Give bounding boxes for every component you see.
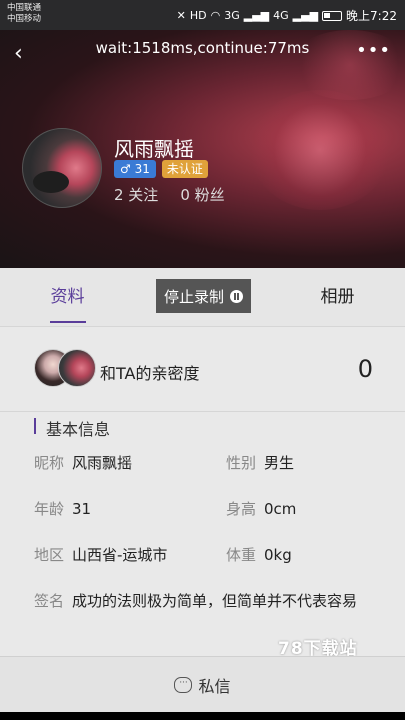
- status-bar: 中国联通 中国移动 ✕ HD ◠ 3G ▂▄▆ 4G ▂▄▆ 晚上7:22: [0, 0, 405, 30]
- battery-icon: [322, 10, 343, 21]
- certification-badge[interactable]: 未认证: [161, 160, 208, 178]
- chat-bubble-icon: ···: [174, 676, 193, 693]
- network-badge: HD: [189, 9, 207, 22]
- info-label: 体重: [226, 546, 257, 564]
- info-value: 风雨飘摇: [72, 454, 133, 472]
- mute-icon: ✕: [176, 9, 186, 22]
- carrier-info: 中国联通 中国移动: [7, 3, 41, 25]
- more-dots-icon[interactable]: •••: [356, 40, 391, 61]
- info-weight: 体重 0kg: [226, 544, 292, 565]
- section-title: 基本信息: [34, 416, 110, 440]
- followers-count[interactable]: 0 粉丝: [180, 184, 224, 205]
- status-icons: ✕ HD ◠ 3G ▂▄▆ 4G ▂▄▆ 晚上7:22: [177, 7, 397, 24]
- clock: 晚上7:22: [346, 9, 397, 23]
- intimacy-row[interactable]: 和TA的亲密度 0: [0, 326, 405, 412]
- tab-profile[interactable]: 资料: [0, 268, 135, 326]
- debug-timing-text: wait:1518ms,continue:77ms: [95, 39, 310, 57]
- info-height: 身高 0cm: [226, 498, 296, 519]
- info-value: 成功的法则极为简单，但简单并不代表容易: [72, 592, 358, 610]
- info-age: 年龄 31: [34, 498, 91, 519]
- info-value: 山西省-运城市: [72, 546, 168, 564]
- intimacy-value: 0: [357, 355, 373, 383]
- info-nickname: 昵称 风雨飘摇: [34, 452, 132, 473]
- info-label: 地区: [34, 546, 65, 564]
- info-value: 31: [72, 500, 92, 518]
- signal-label-1: 3G: [224, 9, 240, 22]
- info-signature: 签名 成功的法则极为简单，但简单并不代表容易: [34, 590, 357, 611]
- info-value: 0kg: [264, 546, 292, 564]
- info-label: 年龄: [34, 500, 65, 518]
- info-label: 身高: [226, 500, 257, 518]
- private-message-button[interactable]: ··· 私信: [0, 656, 405, 712]
- info-gender: 性别 男生: [226, 452, 294, 473]
- info-label: 签名: [34, 592, 65, 610]
- avatar[interactable]: [22, 128, 102, 208]
- wifi-icon: ◠: [210, 9, 221, 22]
- info-label: 性别: [226, 454, 257, 472]
- their-avatar: [58, 349, 96, 387]
- stop-recording-label: 停止录制: [163, 287, 224, 306]
- private-message-label: 私信: [198, 676, 231, 696]
- intimacy-label: 和TA的亲密度: [100, 364, 200, 383]
- follow-stats: 2 关注 0 粉丝: [114, 184, 225, 205]
- carrier-2: 中国移动: [7, 14, 42, 24]
- bottom-strip: [0, 712, 405, 720]
- profile-nickname: 风雨飘摇: [114, 137, 194, 161]
- badge-row: ♂ 31 未认证: [114, 160, 208, 178]
- info-value: 男生: [264, 454, 295, 472]
- signal-label-2: 4G: [273, 9, 289, 22]
- info-region: 地区 山西省-运城市: [34, 544, 167, 565]
- profile-content: 和TA的亲密度 0 基本信息 昵称 风雨飘摇 性别 男生 年龄 31 身高 0cm 地区…: [0, 326, 405, 659]
- gender-age-badge: ♂ 31: [114, 160, 156, 178]
- following-count[interactable]: 2 关注: [114, 184, 158, 205]
- profile-header: ‹ wait:1518ms,continue:77ms ••• 风雨飘摇 ♂ 3…: [0, 30, 405, 268]
- tab-album[interactable]: 相册: [270, 268, 405, 326]
- info-value: 0cm: [264, 500, 297, 518]
- signal-icon-2: ▂▄▆: [292, 9, 319, 22]
- pause-icon: [230, 289, 243, 303]
- carrier-1: 中国联通: [7, 3, 42, 13]
- signal-icon: ▂▄▆: [243, 9, 270, 22]
- info-label: 昵称: [34, 454, 65, 472]
- stop-recording-button[interactable]: 停止录制: [156, 279, 251, 313]
